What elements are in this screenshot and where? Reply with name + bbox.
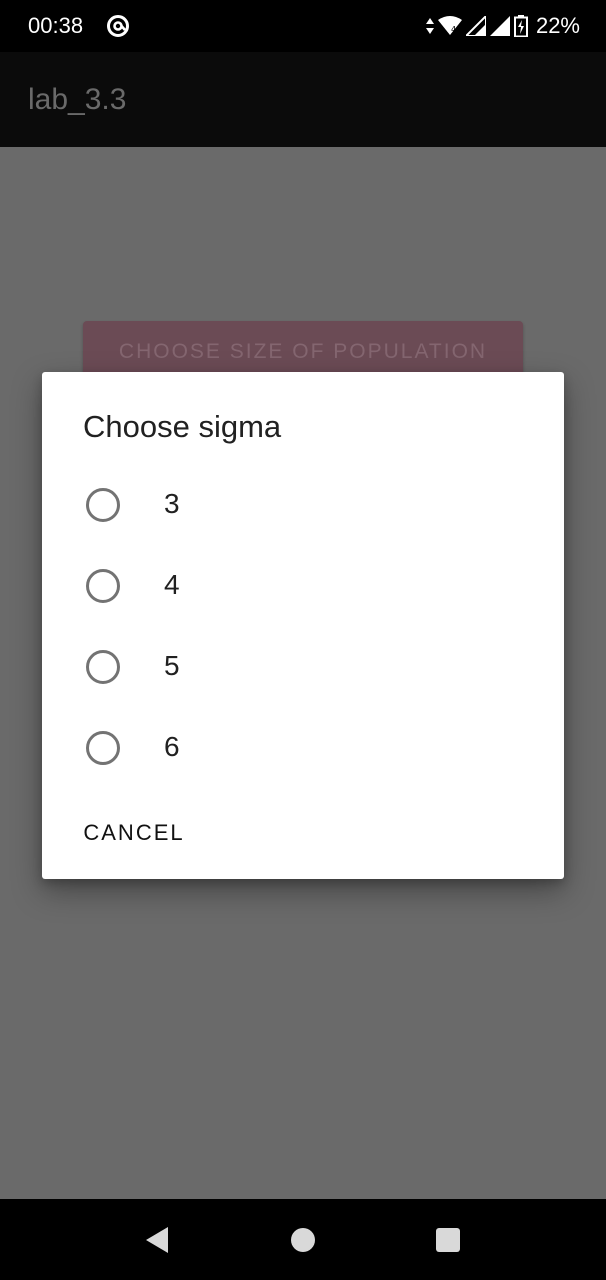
signal-icon xyxy=(465,16,486,36)
battery-charging-icon xyxy=(513,15,528,37)
option-label: 6 xyxy=(164,731,180,762)
at-sign-icon xyxy=(107,15,129,37)
signal-no-service-icon xyxy=(489,16,510,36)
battery-percent: 22% xyxy=(535,13,580,38)
status-time: 00:38 xyxy=(28,13,84,38)
svg-text:4: 4 xyxy=(451,25,456,34)
sigma-option-3[interactable]: 3 xyxy=(42,466,564,546)
data-arrows-icon xyxy=(425,18,434,34)
radio-button-icon[interactable] xyxy=(86,650,120,684)
recents-icon[interactable] xyxy=(436,1228,460,1252)
sigma-option-5[interactable]: 5 xyxy=(42,628,564,708)
radio-button-icon[interactable] xyxy=(86,731,120,765)
option-label: 4 xyxy=(164,569,180,600)
option-label: 3 xyxy=(164,488,180,519)
radio-button-icon[interactable] xyxy=(86,488,120,522)
sigma-option-4[interactable]: 4 xyxy=(42,547,564,627)
status-icons: 4 22% xyxy=(425,12,580,40)
home-icon[interactable] xyxy=(291,1228,315,1252)
dialog-title: Choose sigma xyxy=(83,409,282,444)
app-title: lab_3.3 xyxy=(28,83,127,116)
sigma-option-6[interactable]: 6 xyxy=(42,709,564,789)
back-icon[interactable] xyxy=(146,1227,168,1253)
radio-button-icon[interactable] xyxy=(86,569,120,603)
choose-sigma-dialog: Choose sigma 3 4 5 6 CANCEL xyxy=(42,372,564,879)
wifi-icon: 4 xyxy=(437,16,462,35)
status-bar: 00:38 4 22% xyxy=(0,0,606,52)
navigation-bar xyxy=(0,1199,606,1280)
app-bar: lab_3.3 xyxy=(0,52,606,147)
option-label: 5 xyxy=(164,650,180,681)
cancel-button[interactable]: CANCEL xyxy=(66,806,202,860)
